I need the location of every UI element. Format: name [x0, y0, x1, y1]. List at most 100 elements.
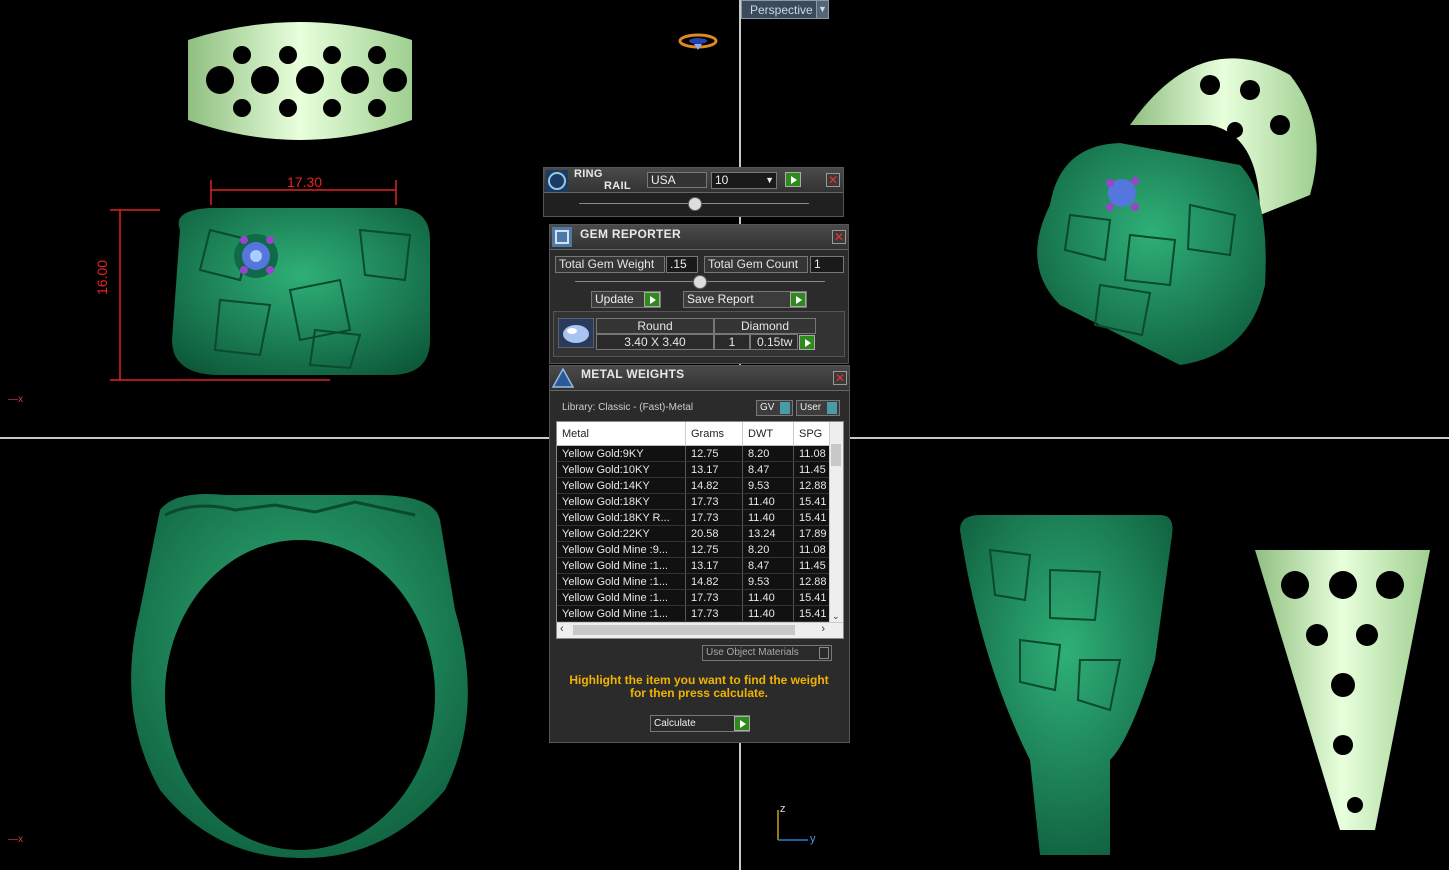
gv-toggle[interactable]: GV — [756, 400, 793, 416]
metal-cell: Yellow Gold Mine :1... — [557, 605, 686, 622]
grams-cell: 13.17 — [685, 461, 743, 478]
chevron-down-icon[interactable]: ▼ — [765, 173, 774, 188]
calculate-go-icon[interactable] — [734, 716, 750, 731]
ring-size-select[interactable]: 10 ▼ — [711, 172, 777, 189]
gem-reporter-panel: GEM REPORTER ✕ Total Gem Weight .15 Tota… — [549, 224, 849, 364]
gem-type[interactable]: Diamond — [714, 318, 816, 334]
metal-cell: Yellow Gold Mine :1... — [557, 557, 686, 574]
table-vertical-scrollbar[interactable]: ⌄ — [829, 422, 843, 623]
metal-cell: Yellow Gold Mine :9... — [557, 541, 686, 558]
gem-count[interactable]: 1 — [714, 334, 750, 350]
table-row[interactable]: Yellow Gold:9KY 12.75 8.20 11.08 — [557, 445, 840, 462]
table-row[interactable]: Yellow Gold Mine :1... 17.73 11.40 15.41 — [557, 605, 840, 622]
dwt-cell: 8.20 — [742, 541, 794, 558]
ring-rail-close-button[interactable]: ✕ — [826, 173, 840, 187]
dwt-cell: 13.24 — [742, 525, 794, 542]
dwt-cell: 9.53 — [742, 573, 794, 590]
gem-dimensions[interactable]: 3.40 X 3.40 — [596, 334, 714, 350]
save-report-button[interactable]: Save Report — [683, 291, 807, 308]
table-row[interactable]: Yellow Gold:18KY R... 17.73 11.40 15.41 — [557, 509, 840, 526]
axis-x-label-bottom: —x — [8, 834, 23, 845]
total-gem-weight-value: .15 — [666, 256, 698, 273]
axis-z-label: z — [780, 803, 786, 815]
gem-reporter-icon — [552, 227, 572, 247]
grams-cell: 17.73 — [685, 605, 743, 622]
vertical-scroll-thumb[interactable] — [831, 444, 841, 466]
ring-rail-icon — [546, 170, 568, 192]
col-grams[interactable]: Grams — [685, 422, 743, 446]
metal-cell: Yellow Gold:18KY — [557, 493, 686, 510]
use-object-materials-toggle[interactable]: Use Object Materials — [702, 645, 832, 661]
table-row[interactable]: Yellow Gold Mine :1... 14.82 9.53 12.88 — [557, 573, 840, 590]
scroll-left-icon[interactable]: ‹ — [560, 623, 564, 635]
table-row[interactable]: Yellow Gold Mine :9... 12.75 8.20 11.08 — [557, 541, 840, 558]
dwt-cell: 11.40 — [742, 589, 794, 606]
total-gem-count-label: Total Gem Count — [704, 256, 808, 273]
ring-front-view — [110, 180, 430, 381]
metal-cell: Yellow Gold:9KY — [557, 445, 686, 462]
ring-profile-view — [960, 515, 1173, 855]
filigree-band-profile-view — [1255, 550, 1430, 830]
metal-weights-table: Metal Grams DWT SPG Yellow Gold:9KY 12.75… — [556, 421, 844, 639]
gem-reporter-title: GEM REPORTER — [580, 227, 681, 241]
view-orientation-icon[interactable] — [676, 30, 720, 54]
metal-library-label: Library: Classic - (Fast)-Metal — [562, 402, 694, 413]
table-row[interactable]: Yellow Gold Mine :1... 13.17 8.47 11.45 — [557, 557, 840, 574]
ring-rail-apply-button[interactable] — [785, 172, 801, 187]
metal-weights-icon — [551, 367, 575, 388]
use-object-materials-checkbox[interactable] — [819, 647, 829, 659]
use-object-materials-label: Use Object Materials — [706, 647, 799, 658]
gem-shape[interactable]: Round — [596, 318, 714, 334]
update-go-icon[interactable] — [644, 292, 660, 307]
ring-region-select[interactable]: USA — [647, 172, 707, 188]
table-row[interactable]: Yellow Gold:18KY 17.73 11.40 15.41 — [557, 493, 840, 510]
gem-reporter-collapse-handle[interactable] — [693, 275, 707, 289]
grams-cell: 12.75 — [685, 541, 743, 558]
ring-rail-title-1: RING — [574, 168, 603, 180]
table-horizontal-scrollbar[interactable]: ‹ › — [557, 622, 843, 638]
metal-cell: Yellow Gold:14KY — [557, 477, 686, 494]
ring-rail-title-2: RAIL — [604, 180, 631, 192]
ring-rail-slider-handle[interactable] — [688, 197, 702, 211]
grams-cell: 14.82 — [685, 573, 743, 590]
grams-cell: 13.17 — [685, 557, 743, 574]
metal-cell: Yellow Gold Mine :1... — [557, 573, 686, 590]
grams-cell: 17.73 — [685, 493, 743, 510]
metal-cell: Yellow Gold Mine :1... — [557, 589, 686, 606]
dwt-cell: 8.20 — [742, 445, 794, 462]
dwt-cell: 9.53 — [742, 477, 794, 494]
metal-cell: Yellow Gold:18KY R... — [557, 509, 686, 526]
scroll-right-icon[interactable]: › — [821, 623, 825, 635]
gem-weight[interactable]: 0.15tw — [750, 334, 798, 350]
grams-cell: 12.75 — [685, 445, 743, 462]
table-row[interactable]: Yellow Gold:14KY 14.82 9.53 12.88 — [557, 477, 840, 494]
gem-reporter-close-button[interactable]: ✕ — [832, 230, 846, 244]
table-row[interactable]: Yellow Gold:22KY 20.58 13.24 17.89 — [557, 525, 840, 542]
scroll-down-icon[interactable]: ⌄ — [832, 611, 840, 622]
gem-select-go-icon[interactable] — [799, 335, 815, 350]
total-gem-count-value: 1 — [810, 256, 844, 273]
dwt-cell: 8.47 — [742, 557, 794, 574]
metal-weights-close-button[interactable]: ✕ — [833, 371, 847, 385]
table-row[interactable]: Yellow Gold Mine :1... 17.73 11.40 15.41 — [557, 589, 840, 606]
col-metal[interactable]: Metal — [557, 422, 686, 446]
col-dwt[interactable]: DWT — [742, 422, 794, 446]
metal-cell: Yellow Gold:22KY — [557, 525, 686, 542]
perspective-label: Perspective — [750, 3, 813, 17]
axis-y-label: y — [810, 833, 816, 845]
metal-weights-title: METAL WEIGHTS — [581, 367, 685, 381]
dwt-cell: 11.40 — [742, 493, 794, 510]
dwt-cell: 8.47 — [742, 461, 794, 478]
user-indicator — [827, 402, 837, 414]
ring-perspective-view — [1037, 58, 1317, 365]
save-report-go-icon[interactable] — [790, 292, 806, 307]
round-gem-icon[interactable] — [558, 318, 594, 348]
gv-indicator — [780, 402, 790, 414]
chevron-down-icon[interactable]: ▼ — [816, 1, 828, 18]
perspective-view-selector[interactable]: Perspective ▼ — [741, 0, 829, 19]
dimension-height-label: 16.00 — [94, 259, 110, 295]
user-toggle[interactable]: User — [796, 400, 840, 416]
horizontal-scroll-thumb[interactable] — [573, 625, 795, 635]
table-row[interactable]: Yellow Gold:10KY 13.17 8.47 11.45 — [557, 461, 840, 478]
total-gem-weight-label: Total Gem Weight — [555, 256, 665, 273]
